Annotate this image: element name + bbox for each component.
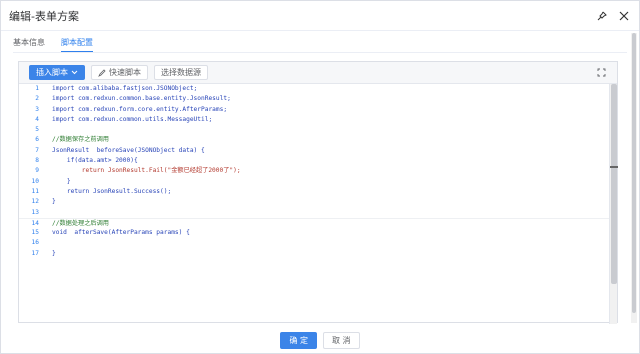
code-line: 15 void afterSave(AfterParams params) { [19, 228, 609, 238]
chevron-down-icon [71, 70, 78, 75]
dialog-scrollbar[interactable] [631, 33, 637, 323]
insert-script-label: 插入脚本 [36, 68, 68, 77]
dialog-titlebar: 编辑-表单方案 [1, 1, 639, 31]
code-text: if(data.amt> 2000){ [52, 157, 138, 165]
line-number: 9 [35, 167, 39, 175]
tab-basic-info[interactable]: 基本信息 [13, 36, 45, 52]
line-number: 4 [35, 115, 39, 123]
line-number: 1 [35, 85, 39, 92]
line-number: 2 [35, 95, 39, 103]
select-datasource-label: 选择数据源 [161, 68, 201, 77]
script-editor: 插入脚本 快速脚本 选择数据源 1 import com.alibaba.fast… [18, 61, 618, 324]
title-actions [595, 9, 631, 23]
code-line: 12} [19, 197, 609, 207]
editor-scrollbar-thumb[interactable] [611, 84, 617, 284]
code-text: import com.alibaba.fastjson.JSONObject; [52, 85, 198, 92]
expand-icon[interactable] [595, 67, 607, 79]
line-number: 3 [35, 105, 39, 113]
code-line: 11 return JsonResult.Success(); [19, 187, 609, 197]
line-number: 13 [31, 208, 39, 216]
line-number: 16 [31, 239, 39, 247]
code-text: import com.redxun.common.utils.MessageUt… [52, 115, 213, 123]
cancel-button[interactable]: 取 消 [323, 332, 360, 349]
tab-divider [13, 52, 627, 53]
code-text: } [52, 198, 56, 206]
dialog-scrollbar-thumb[interactable] [632, 33, 636, 313]
code-text: return JsonResult.Fail("金额已经超了2000了"); [52, 167, 241, 175]
line-number: 17 [31, 249, 39, 257]
line-number: 11 [31, 187, 39, 195]
code-text: import com.redxun.form.core.entity.After… [52, 105, 228, 113]
tab-script-config[interactable]: 脚本配置 [61, 36, 93, 52]
scroll-marker [610, 166, 618, 168]
code-line: 8 if(data.amt> 2000){ [19, 156, 609, 166]
code-line: 7 JsonResult beforeSave(JSONObject data) … [19, 146, 609, 156]
insert-script-button[interactable]: 插入脚本 [29, 65, 85, 80]
code-line: 9 return JsonResult.Fail("金额已经超了2000了"); [19, 166, 609, 176]
quick-script-button[interactable]: 快速脚本 [91, 65, 148, 80]
pin-icon[interactable] [595, 9, 609, 23]
code-line: 3 import com.redxun.form.core.entity.Afte… [19, 105, 609, 115]
code-line: 17} [19, 249, 609, 259]
close-icon[interactable] [617, 9, 631, 23]
line-number: 12 [31, 198, 39, 206]
dialog-footer: 确 定 取 消 [1, 332, 639, 349]
code-line: 5 [19, 125, 609, 135]
code-text: import com.redxun.common.base.entity.Jso… [52, 95, 231, 103]
code-line: 6 //数据保存之前调用 [19, 135, 609, 145]
code-text: } [52, 177, 71, 185]
line-number: 10 [31, 177, 39, 185]
editor-scrollbar[interactable] [609, 84, 618, 324]
code-comment: //数据保存之前调用 [52, 136, 109, 144]
edit-icon [98, 68, 106, 77]
quick-script-label: 快速脚本 [109, 68, 141, 77]
code-text: } [52, 249, 56, 257]
confirm-button[interactable]: 确 定 [280, 332, 317, 349]
code-line: 13 [19, 208, 609, 218]
code-text: return JsonResult.Success(); [52, 187, 172, 195]
editor-toolbar: 插入脚本 快速脚本 选择数据源 [19, 62, 617, 84]
line-number: 7 [35, 146, 39, 154]
code-line: 4 import com.redxun.common.utils.MessageU… [19, 115, 609, 125]
line-number: 15 [31, 229, 39, 237]
code-area[interactable]: 1 import com.alibaba.fastjson.JSONObject;… [19, 84, 609, 324]
select-datasource-button[interactable]: 选择数据源 [154, 65, 208, 80]
line-number: 6 [35, 136, 39, 144]
code-line: 2 import com.redxun.common.base.entity.Js… [19, 94, 609, 104]
line-number: 5 [35, 126, 39, 134]
dialog-title: 编辑-表单方案 [9, 9, 79, 23]
code-line: 14//数据处理之后调用 [19, 217, 609, 228]
tab-bar: 基本信息 脚本配置 [13, 36, 93, 52]
edit-form-dialog: 编辑-表单方案 基本信息 脚本配置 插入脚本 快速脚本 选择数据源 1 impo… [0, 0, 640, 354]
code-text: void afterSave(AfterParams params) { [52, 229, 190, 237]
code-line: 16 [19, 238, 609, 248]
code-line: 1 import com.alibaba.fastjson.JSONObject; [19, 84, 609, 94]
code-line: 10 } [19, 177, 609, 187]
code-text: JsonResult beforeSave(JSONObject data) { [52, 146, 205, 154]
line-number: 8 [35, 157, 39, 165]
